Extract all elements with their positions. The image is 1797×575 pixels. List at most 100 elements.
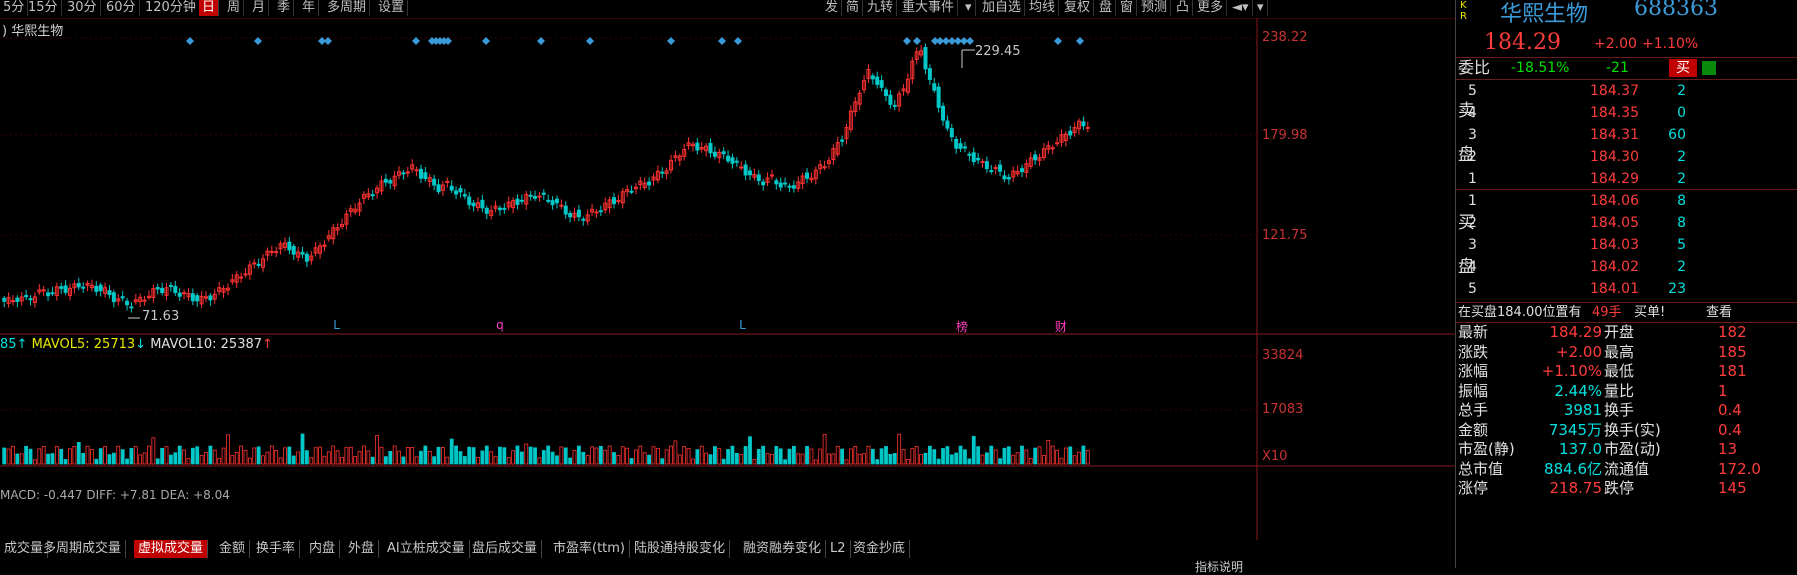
buy-button[interactable]: 买 [1669, 59, 1697, 77]
volume-bar [844, 459, 849, 465]
period-3[interactable]: 60分 [103, 0, 140, 16]
ask-level-3[interactable]: 3 184.31 60 [1456, 124, 1797, 146]
toolbar-right-0[interactable]: 发 [822, 0, 843, 16]
volume-bar [927, 445, 932, 465]
indicator-tab-11[interactable]: 融资融券变化 [739, 540, 827, 558]
candle-body [554, 198, 559, 204]
bid-level-3[interactable]: 3 184.03 5 [1456, 234, 1797, 256]
period-5[interactable]: 日 [199, 0, 220, 16]
indicator-tab-12[interactable]: L2 [826, 540, 851, 558]
candle-body [497, 207, 502, 211]
candle-body [256, 263, 261, 266]
volume-bar [840, 448, 845, 465]
toolbar-right-12[interactable]: 更多 [1194, 0, 1228, 16]
indicator-tab-1[interactable]: 多周期成交量 [39, 540, 127, 558]
volume-bar [888, 453, 893, 465]
indicator-tab-13[interactable]: 资金抄底 [849, 540, 911, 558]
candle-body [660, 171, 665, 174]
event-marker-4[interactable]: 财 [1055, 318, 1067, 335]
volume-bar [226, 434, 230, 465]
ask-level-1[interactable]: 1 184.29 2 [1456, 168, 1797, 190]
kline-chart[interactable]: ) 华熙生物 238.22 179.98 121.75 33824 17083 … [0, 18, 1455, 540]
stock-label: ) 华熙生物 [2, 24, 64, 39]
notice-view-link[interactable]: 查看 [1706, 302, 1732, 324]
period-7[interactable]: 月 [249, 0, 270, 16]
volume-bar [612, 452, 616, 465]
period-6[interactable]: 周 [224, 0, 245, 16]
period-2[interactable]: 30分 [64, 0, 101, 16]
indicator-tab-2[interactable]: 虚拟成交量 [134, 540, 209, 558]
toolbar-right-2[interactable]: 九转 [864, 0, 898, 16]
candle-body [949, 128, 954, 138]
period-11[interactable]: 设置 [375, 0, 409, 16]
bid-level-2[interactable]: 2 184.05 8 [1456, 212, 1797, 234]
indicator-tab-6[interactable]: 外盘 [344, 540, 380, 558]
volume-bar [169, 454, 173, 465]
candle-body [291, 245, 296, 255]
period-10[interactable]: 多周期 [324, 0, 371, 16]
volume-bar [897, 433, 902, 465]
indicator-tab-7[interactable]: AI立桩成交量 [383, 540, 470, 558]
volume-bar [506, 457, 511, 465]
volume-bar [1002, 447, 1007, 465]
period-9[interactable]: 年 [299, 0, 320, 16]
bid-level-1[interactable]: 1 184.06 8 [1456, 190, 1797, 212]
ask-level-5[interactable]: 5 184.37 2 [1456, 80, 1797, 102]
period-4[interactable]: 120分钟 [142, 0, 200, 16]
volume-bar [353, 456, 358, 465]
volume-bar [1063, 447, 1068, 465]
sell-button[interactable] [1702, 61, 1716, 75]
event-marker-2[interactable]: L [739, 318, 746, 332]
volume-bar [563, 447, 568, 465]
toolbar-right-8[interactable]: 盘 [1096, 0, 1117, 16]
volume-bar [208, 445, 213, 465]
bid-level-5[interactable]: 5 184.01 23 [1456, 278, 1797, 300]
candle-body [1020, 168, 1024, 173]
toolbar-right-14[interactable]: ▾ [1254, 0, 1268, 16]
indicator-tab-5[interactable]: 内盘 [305, 540, 341, 558]
ask-level-2[interactable]: 2 184.30 2 [1456, 146, 1797, 168]
indicator-tab-9[interactable]: 市盈率(ttm) [549, 540, 631, 558]
toolbar-right-4[interactable]: ▾ [962, 0, 976, 16]
volume-bar [357, 451, 362, 465]
volume-bar [813, 459, 818, 465]
candle-body [708, 142, 713, 154]
period-8[interactable]: 季 [274, 0, 295, 16]
event-marker-1[interactable]: q [496, 318, 504, 332]
candle-body [629, 190, 634, 193]
candle-body [168, 284, 173, 287]
candle-body [647, 181, 652, 186]
indicator-tab-3[interactable]: 金额 [215, 540, 251, 558]
toolbar-right-11[interactable]: 凸 [1173, 0, 1194, 16]
candle-body [976, 157, 981, 161]
indicator-tab-10[interactable]: 陆股通持股变化 [630, 540, 731, 558]
stat-row-8: 涨停 218.75 跌停 145 [1458, 479, 1747, 497]
volume-bar [129, 448, 134, 465]
volume-bar [541, 450, 546, 465]
chart-canvas[interactable] [0, 18, 1455, 540]
price-axis-top: 238.22 [1262, 30, 1308, 45]
toolbar-right-9[interactable]: 窗 [1117, 0, 1138, 16]
candle-body [515, 198, 520, 205]
signal-diamond [586, 37, 594, 45]
volume-bar [489, 451, 494, 465]
toolbar-right-13[interactable]: ◄▾ [1229, 0, 1253, 16]
toolbar-right-5[interactable]: 加自选 [979, 0, 1026, 16]
indicator-help-link[interactable]: 指标说明 [1195, 558, 1243, 575]
ask-level-4[interactable]: 4 184.35 0 [1456, 102, 1797, 124]
volume-bar [783, 459, 787, 465]
event-marker-0[interactable]: L [333, 318, 340, 332]
toolbar-right-10[interactable]: 预测 [1138, 0, 1172, 16]
event-marker-3[interactable]: 榜 [956, 318, 968, 335]
period-1[interactable]: 15分 [25, 0, 62, 16]
candle-body [954, 138, 959, 149]
indicator-tab-4[interactable]: 换手率 [252, 540, 301, 558]
toolbar-right-1[interactable]: 简 [843, 0, 864, 16]
indicator-tab-8[interactable]: 盘后成交量 [468, 540, 543, 558]
bid-level-4[interactable]: 4 184.02 2 [1456, 256, 1797, 278]
toolbar-right-3[interactable]: 重大事件 [899, 0, 959, 16]
candle-body [405, 171, 410, 174]
toolbar-right-6[interactable]: 均线 [1026, 0, 1060, 16]
volume-bar [980, 454, 985, 465]
toolbar-right-7[interactable]: 复权 [1061, 0, 1095, 16]
